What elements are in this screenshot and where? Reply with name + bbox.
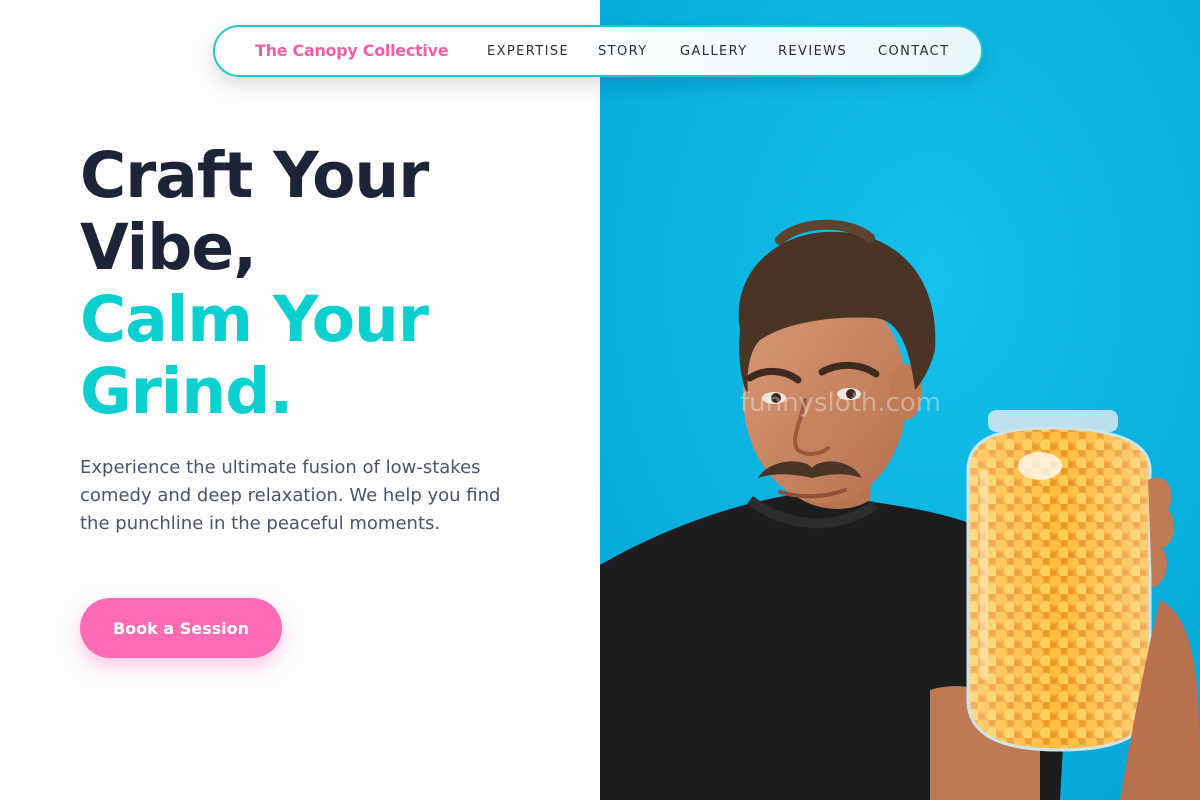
landing-page: funnysloth.com The Canopy Collective EXP… — [0, 0, 1200, 800]
hero-description: Experience the ultimate fusion of low-st… — [80, 457, 501, 534]
headline-line-2: Vibe, — [80, 211, 257, 284]
hero-headline: Craft Your Vibe, Calm Your Grind. — [80, 140, 580, 428]
nav-link-expertise[interactable]: EXPERTISE — [487, 44, 569, 59]
top-navigation: The Canopy Collective EXPERTISE STORY GA… — [213, 25, 983, 77]
nav-link-story[interactable]: STORY — [598, 44, 648, 59]
nav-link-reviews[interactable]: REVIEWS — [778, 44, 847, 59]
headline-line-1: Craft Your — [80, 139, 429, 212]
headline-line-4: Grind. — [80, 355, 293, 428]
brand-logo-link[interactable]: The Canopy Collective — [255, 41, 449, 60]
headline-line-3: Calm Your — [80, 283, 429, 356]
book-session-button[interactable]: Book a Session — [80, 598, 282, 658]
nav-link-contact[interactable]: CONTACT — [878, 44, 949, 59]
photo-watermark: funnysloth.com — [740, 388, 942, 418]
nav-link-gallery[interactable]: GALLERY — [680, 44, 748, 59]
